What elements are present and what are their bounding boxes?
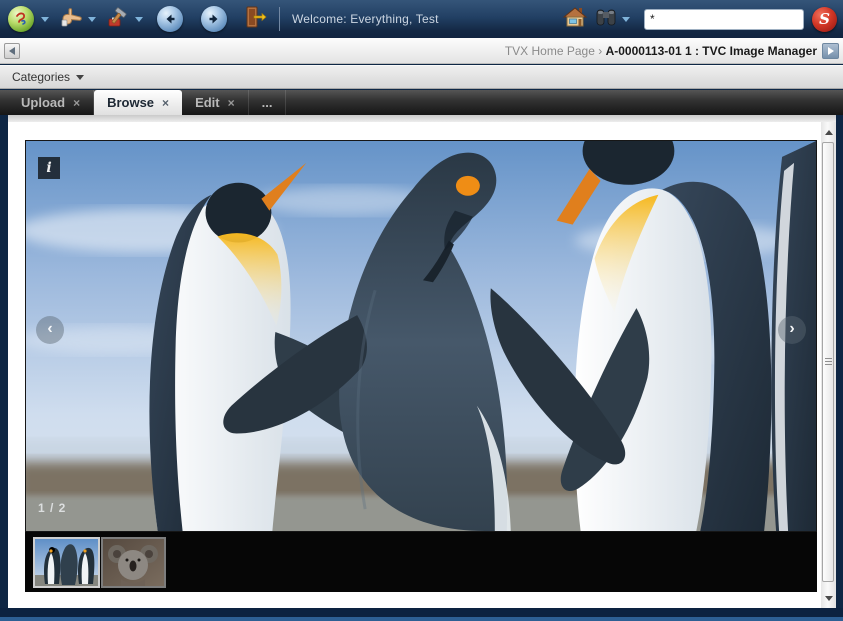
home-icon bbox=[561, 4, 589, 35]
categories-menu[interactable]: Categories bbox=[12, 70, 84, 84]
scrollbar-grip-icon bbox=[825, 358, 832, 366]
image-counter: 1 / 2 bbox=[38, 501, 66, 515]
chevron-right-icon bbox=[828, 47, 834, 55]
red-s-logo[interactable]: S bbox=[812, 7, 837, 32]
tab-label: Browse bbox=[107, 95, 154, 110]
content-top-strip bbox=[8, 115, 836, 122]
tab-label: Upload bbox=[21, 95, 65, 110]
search-menu-button[interactable] bbox=[593, 4, 630, 35]
triangle-up-icon bbox=[825, 130, 833, 135]
tab-label: ... bbox=[262, 95, 273, 110]
home-button[interactable] bbox=[561, 4, 589, 35]
penguins-thumbnail[interactable] bbox=[33, 537, 100, 588]
close-icon[interactable]: × bbox=[162, 96, 169, 110]
scrollbar-thumb[interactable] bbox=[822, 142, 834, 582]
vertical-scrollbar[interactable] bbox=[821, 122, 836, 608]
hand-pointer-icon bbox=[59, 5, 85, 34]
previous-image-button[interactable]: ‹ bbox=[36, 316, 64, 344]
categories-label: Categories bbox=[12, 70, 70, 84]
toolbox-hammer-icon bbox=[106, 5, 132, 34]
search-input[interactable] bbox=[644, 9, 804, 30]
penguins-photo[interactable]: i ‹ › 1 / 2 bbox=[25, 140, 817, 532]
tab-label: Edit bbox=[195, 95, 220, 110]
tab-upload[interactable]: Upload × bbox=[8, 90, 94, 115]
tab-browse[interactable]: Browse × bbox=[94, 90, 182, 115]
toolbar-divider bbox=[279, 7, 280, 31]
binoculars-icon bbox=[593, 4, 619, 35]
koala-thumbnail[interactable] bbox=[101, 537, 166, 588]
arrow-back-icon bbox=[157, 6, 183, 32]
categories-bar: Categories bbox=[0, 65, 843, 89]
info-button[interactable]: i bbox=[38, 157, 60, 179]
tab-bar: Upload × Browse × Edit × ... bbox=[0, 90, 843, 115]
tools-menu-button[interactable] bbox=[106, 5, 143, 34]
chevron-down-icon bbox=[76, 75, 84, 80]
app-window: Welcome: Everything, Test S TVX Home Pag… bbox=[0, 0, 843, 621]
arrow-forward-icon bbox=[201, 6, 227, 32]
tab-more[interactable]: ... bbox=[249, 90, 287, 115]
chevron-down-icon bbox=[88, 17, 96, 22]
sphere-apps-icon bbox=[8, 6, 34, 32]
breadcrumb-back-button[interactable] bbox=[4, 43, 20, 59]
chevron-down-icon bbox=[41, 17, 49, 22]
scroll-up-button[interactable] bbox=[821, 124, 836, 140]
bottom-accent-line bbox=[0, 617, 843, 621]
breadcrumb-parent[interactable]: TVX Home Page bbox=[505, 44, 595, 58]
breadcrumb-bar: TVX Home Page › A-0000113-01 1 : TVC Ima… bbox=[0, 38, 843, 64]
select-tool-button[interactable] bbox=[59, 5, 96, 34]
breadcrumb: TVX Home Page › A-0000113-01 1 : TVC Ima… bbox=[505, 38, 817, 64]
penguins-photo-image bbox=[26, 141, 816, 531]
exit-door-icon bbox=[243, 4, 267, 35]
chevron-down-icon bbox=[622, 17, 630, 22]
breadcrumb-current: A-0000113-01 1 : TVC Image Manager bbox=[606, 44, 817, 58]
image-viewer: i ‹ › 1 / 2 bbox=[25, 140, 817, 592]
tab-edit[interactable]: Edit × bbox=[182, 90, 249, 115]
breadcrumb-forward-button[interactable] bbox=[822, 43, 839, 59]
logout-button[interactable] bbox=[243, 4, 267, 35]
top-toolbar: Welcome: Everything, Test S bbox=[0, 0, 843, 38]
forward-button[interactable] bbox=[201, 6, 231, 32]
thumbnail-strip bbox=[25, 532, 817, 592]
left-frame-border bbox=[0, 115, 8, 621]
close-icon[interactable]: × bbox=[228, 96, 235, 110]
right-frame-border bbox=[836, 115, 843, 621]
back-button[interactable] bbox=[157, 6, 187, 32]
welcome-text: Welcome: Everything, Test bbox=[292, 12, 439, 26]
close-icon[interactable]: × bbox=[73, 96, 80, 110]
apps-menu-button[interactable] bbox=[8, 6, 49, 32]
next-image-button[interactable]: › bbox=[778, 316, 806, 344]
triangle-down-icon bbox=[825, 596, 833, 601]
scroll-down-button[interactable] bbox=[821, 590, 836, 606]
chevron-down-icon bbox=[135, 17, 143, 22]
chevron-left-icon bbox=[9, 47, 15, 55]
content-panel: i ‹ › 1 / 2 bbox=[8, 115, 836, 608]
breadcrumb-separator: › bbox=[598, 44, 602, 58]
